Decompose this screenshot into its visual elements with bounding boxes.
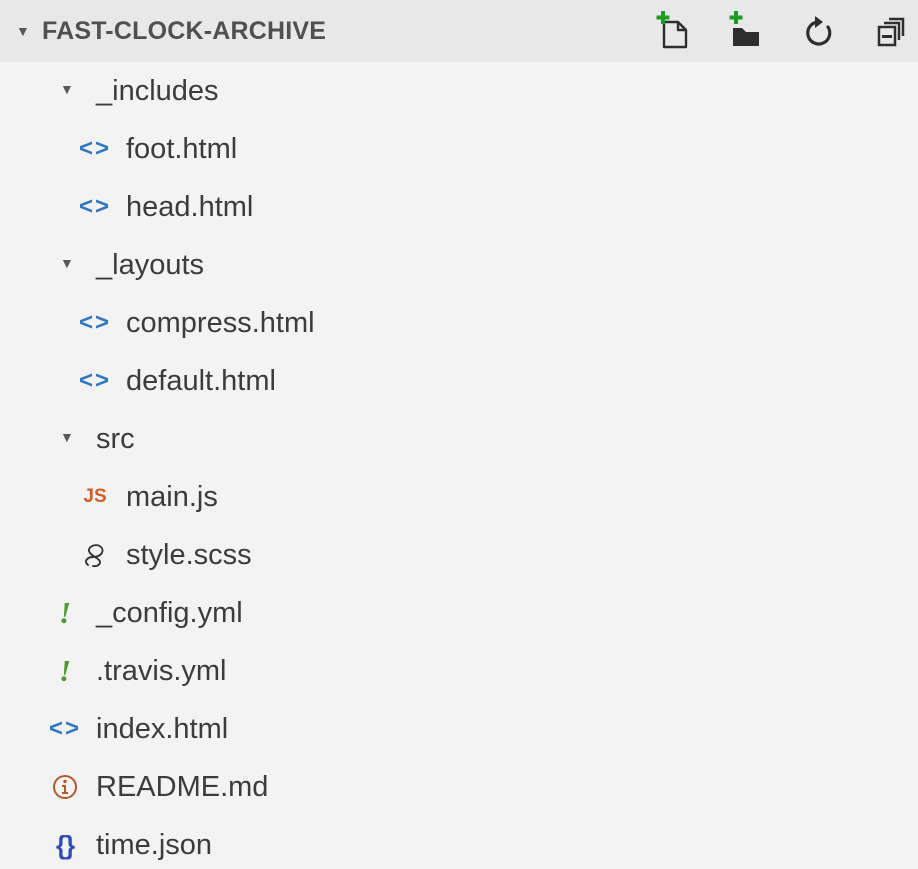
refresh-button[interactable]: [800, 10, 840, 52]
file-label: .travis.yml: [96, 655, 227, 687]
html-code-icon: <>: [78, 193, 112, 220]
file-label: README.md: [96, 771, 269, 803]
tree-folder-src[interactable]: ▼ src: [0, 410, 918, 468]
javascript-icon: JS: [83, 486, 107, 507]
collapse-all-button[interactable]: [872, 10, 912, 52]
yaml-icon: !: [58, 653, 72, 688]
sass-icon: [78, 538, 112, 572]
file-label: foot.html: [126, 133, 238, 165]
tree-file-readme-md[interactable]: README.md: [0, 758, 918, 816]
yaml-icon: !: [58, 595, 72, 630]
file-label: main.js: [126, 481, 218, 513]
tree-folder-layouts[interactable]: ▼ _layouts: [0, 236, 918, 294]
file-label: compress.html: [126, 307, 315, 339]
file-label: _config.yml: [96, 597, 243, 629]
file-explorer: ▼ FAST-CLOCK-ARCHIVE ▼ _includes <> foot…: [0, 0, 918, 869]
chevron-down-icon[interactable]: ▼: [60, 80, 76, 98]
tree-file-style-scss[interactable]: style.scss: [0, 526, 918, 584]
tree-file-time-json[interactable]: {} time.json: [0, 816, 918, 869]
file-label: head.html: [126, 191, 254, 223]
chevron-down-icon[interactable]: ▼: [60, 254, 76, 272]
tree-file-foot-html[interactable]: <> foot.html: [0, 120, 918, 178]
refresh-icon: [806, 16, 832, 46]
new-file-button[interactable]: [655, 10, 695, 52]
tree-file-index-html[interactable]: <> index.html: [0, 700, 918, 758]
explorer-header[interactable]: ▼ FAST-CLOCK-ARCHIVE: [0, 0, 918, 62]
tree-file-compress-html[interactable]: <> compress.html: [0, 294, 918, 352]
html-code-icon: <>: [48, 715, 82, 742]
new-folder-button[interactable]: [726, 10, 766, 52]
info-icon: [48, 770, 82, 804]
tree-file-default-html[interactable]: <> default.html: [0, 352, 918, 410]
file-label: default.html: [126, 365, 276, 397]
html-code-icon: <>: [78, 135, 112, 162]
file-label: style.scss: [126, 539, 252, 571]
html-code-icon: <>: [78, 309, 112, 336]
tree-file-travis-yml[interactable]: ! .travis.yml: [0, 642, 918, 700]
tree-file-main-js[interactable]: JS main.js: [0, 468, 918, 526]
explorer-title: FAST-CLOCK-ARCHIVE: [42, 17, 327, 45]
html-code-icon: <>: [78, 367, 112, 394]
new-folder-icon: [729, 11, 759, 46]
file-label: time.json: [96, 829, 213, 861]
chevron-down-icon[interactable]: ▼: [60, 428, 76, 446]
folder-label: _includes: [96, 75, 219, 107]
collapse-all-icon: [877, 17, 905, 47]
new-file-icon: [656, 11, 688, 49]
json-icon: {}: [55, 829, 75, 860]
file-label: index.html: [96, 713, 229, 745]
chevron-down-icon[interactable]: ▼: [16, 22, 32, 40]
info-icon: [53, 775, 77, 799]
tree-file-config-yml[interactable]: ! _config.yml: [0, 584, 918, 642]
folder-label: _layouts: [96, 249, 205, 281]
tree-folder-includes[interactable]: ▼ _includes: [0, 62, 918, 120]
folder-label: src: [96, 423, 135, 455]
sass-icon: [85, 544, 104, 568]
tree-file-head-html[interactable]: <> head.html: [0, 178, 918, 236]
